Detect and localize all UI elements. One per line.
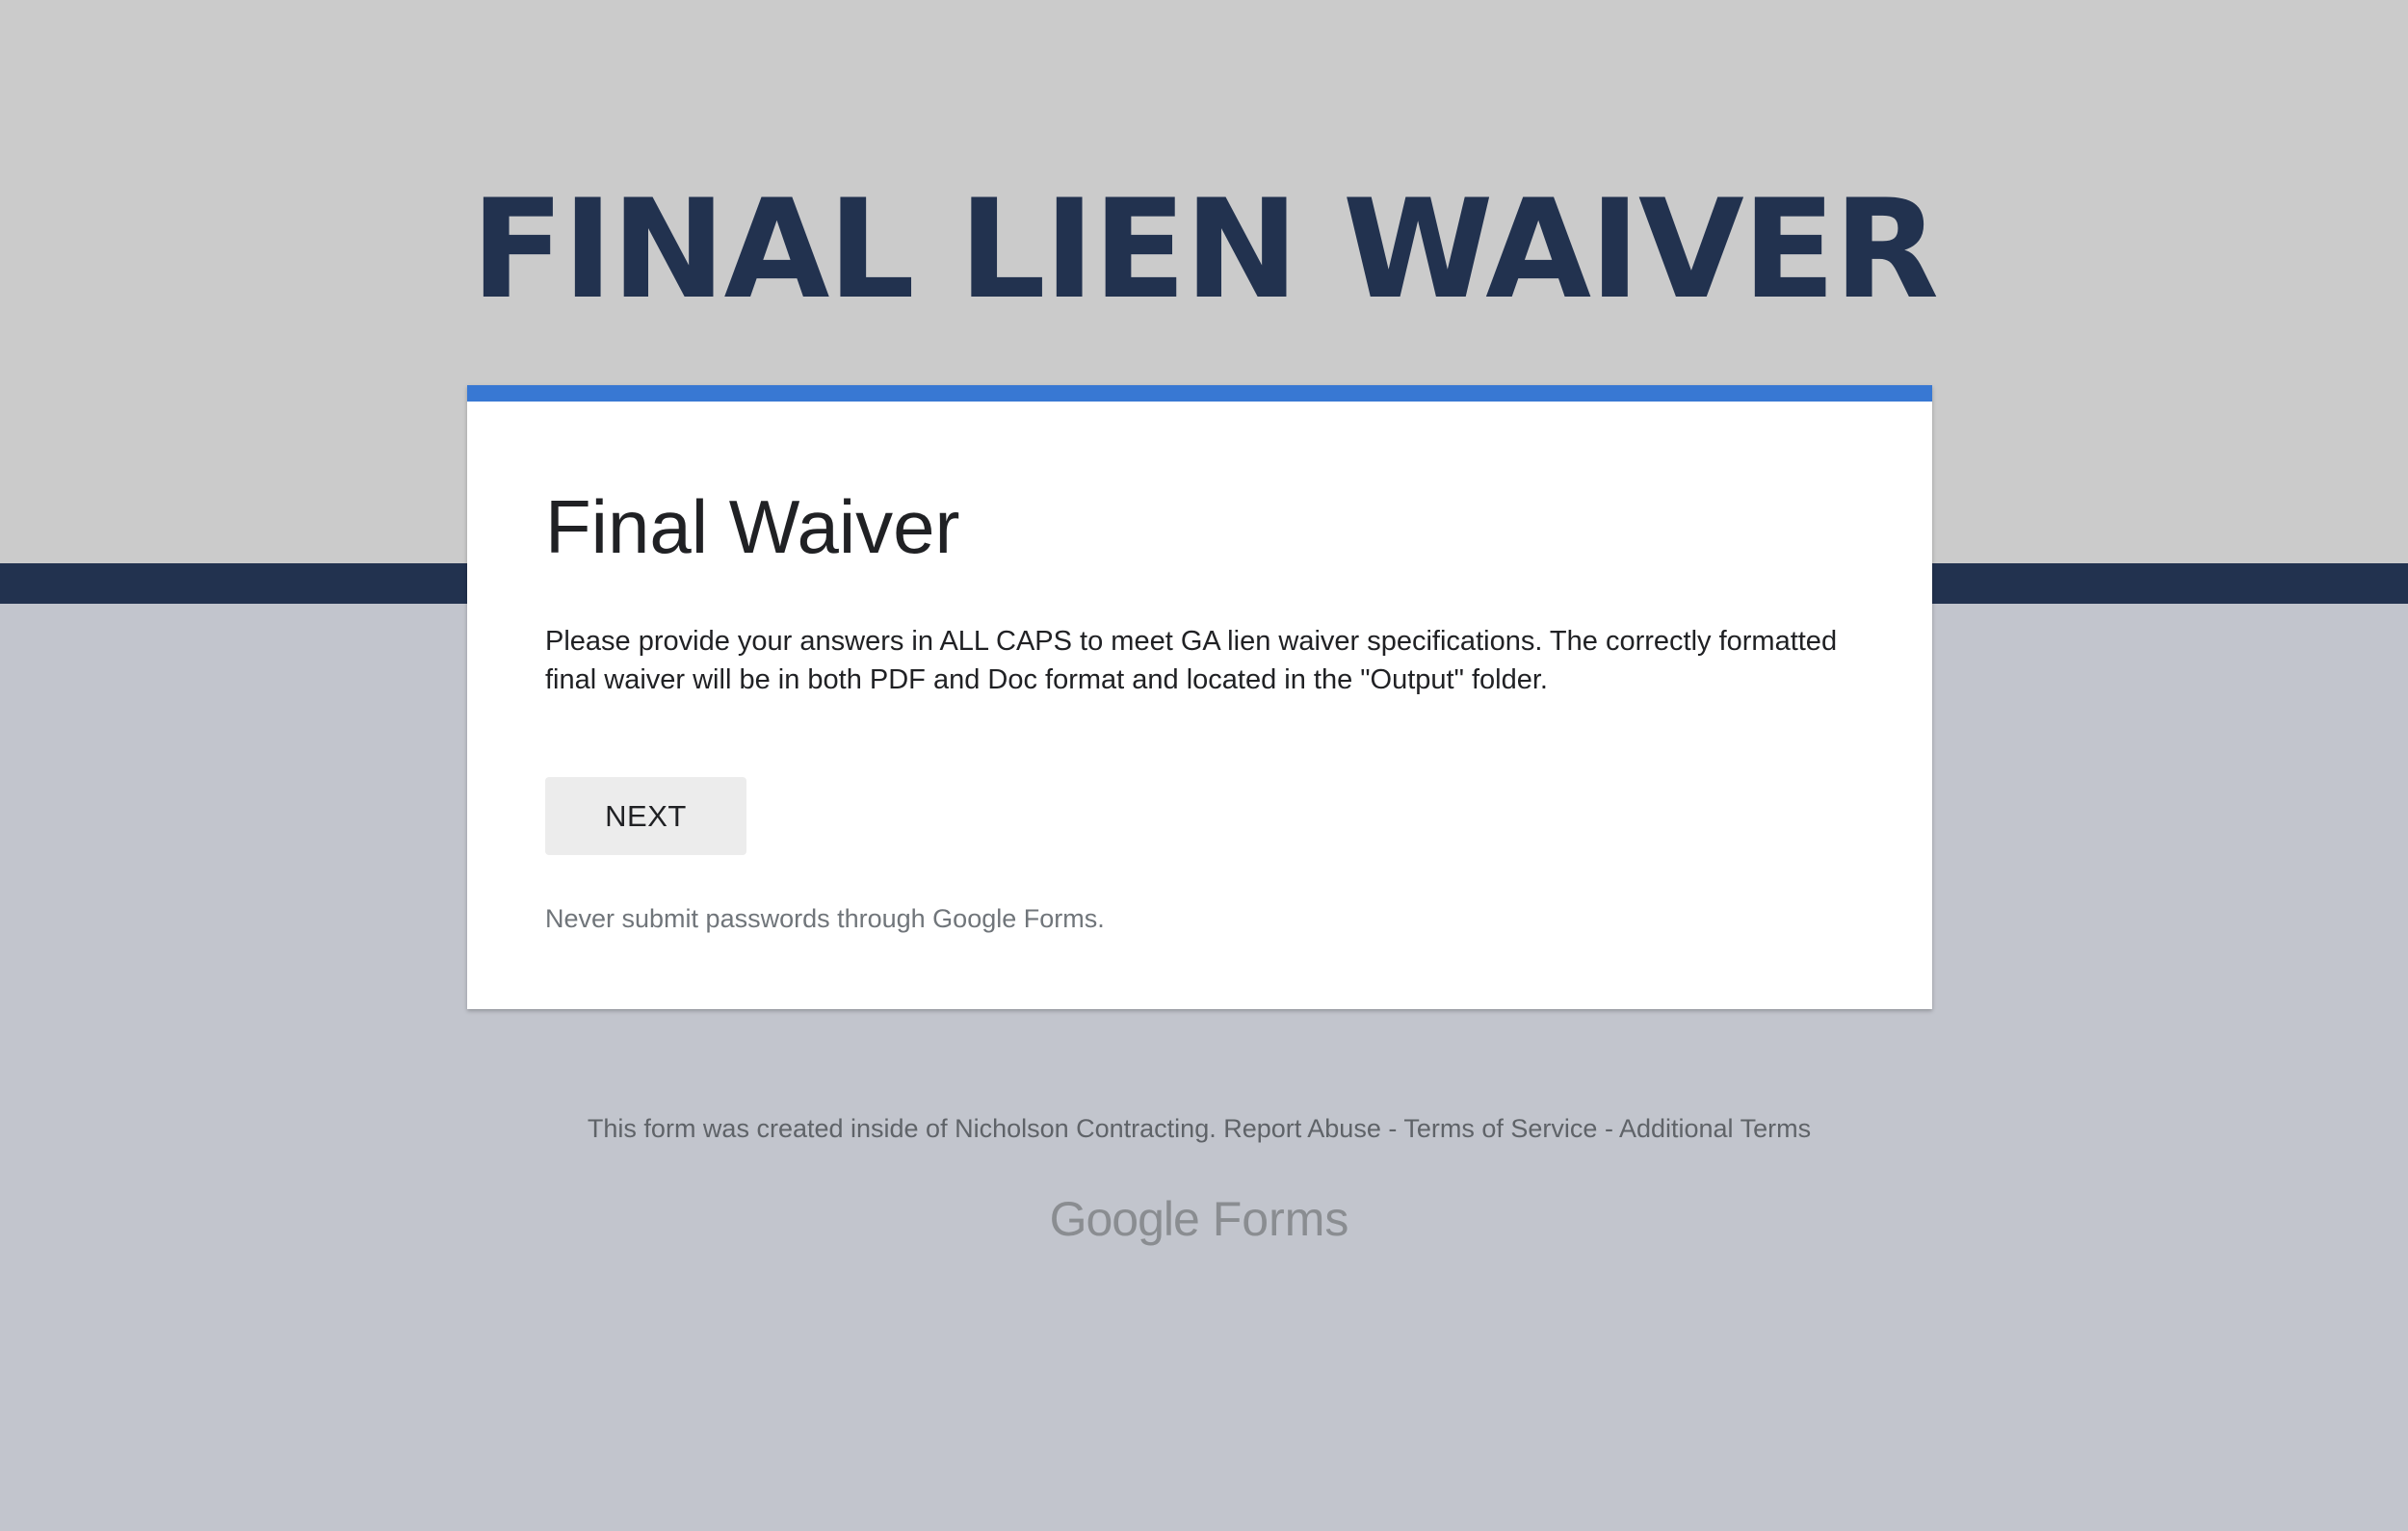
additional-terms-link[interactable]: Additional Terms [1619, 1114, 1811, 1143]
report-abuse-link[interactable]: Report Abuse [1223, 1114, 1381, 1143]
footer-disclaimer: This form was created inside of Nicholso… [0, 1110, 2398, 1147]
footer-separator: - [1388, 1114, 1398, 1143]
form-card: Final Waiver Please provide your answers… [467, 385, 1932, 1009]
form-description: Please provide your answers in ALL CAPS … [545, 626, 1838, 695]
password-warning: Never submit passwords through Google Fo… [545, 904, 1105, 933]
footer-created-text: This form was created inside of Nicholso… [587, 1114, 1217, 1143]
forms-wordmark: Forms [1212, 1192, 1349, 1246]
banner-title: FINAL LIEN WAIVER [470, 170, 1939, 329]
next-button[interactable]: NEXT [545, 777, 746, 855]
form-title: Final Waiver [545, 484, 960, 569]
footer-separator: - [1604, 1114, 1613, 1143]
terms-of-service-link[interactable]: Terms of Service [1403, 1114, 1597, 1143]
card-accent-bar [467, 385, 1932, 402]
google-forms-logo[interactable]: Google Forms [0, 1189, 2398, 1249]
google-wordmark: Google [1049, 1192, 1200, 1246]
